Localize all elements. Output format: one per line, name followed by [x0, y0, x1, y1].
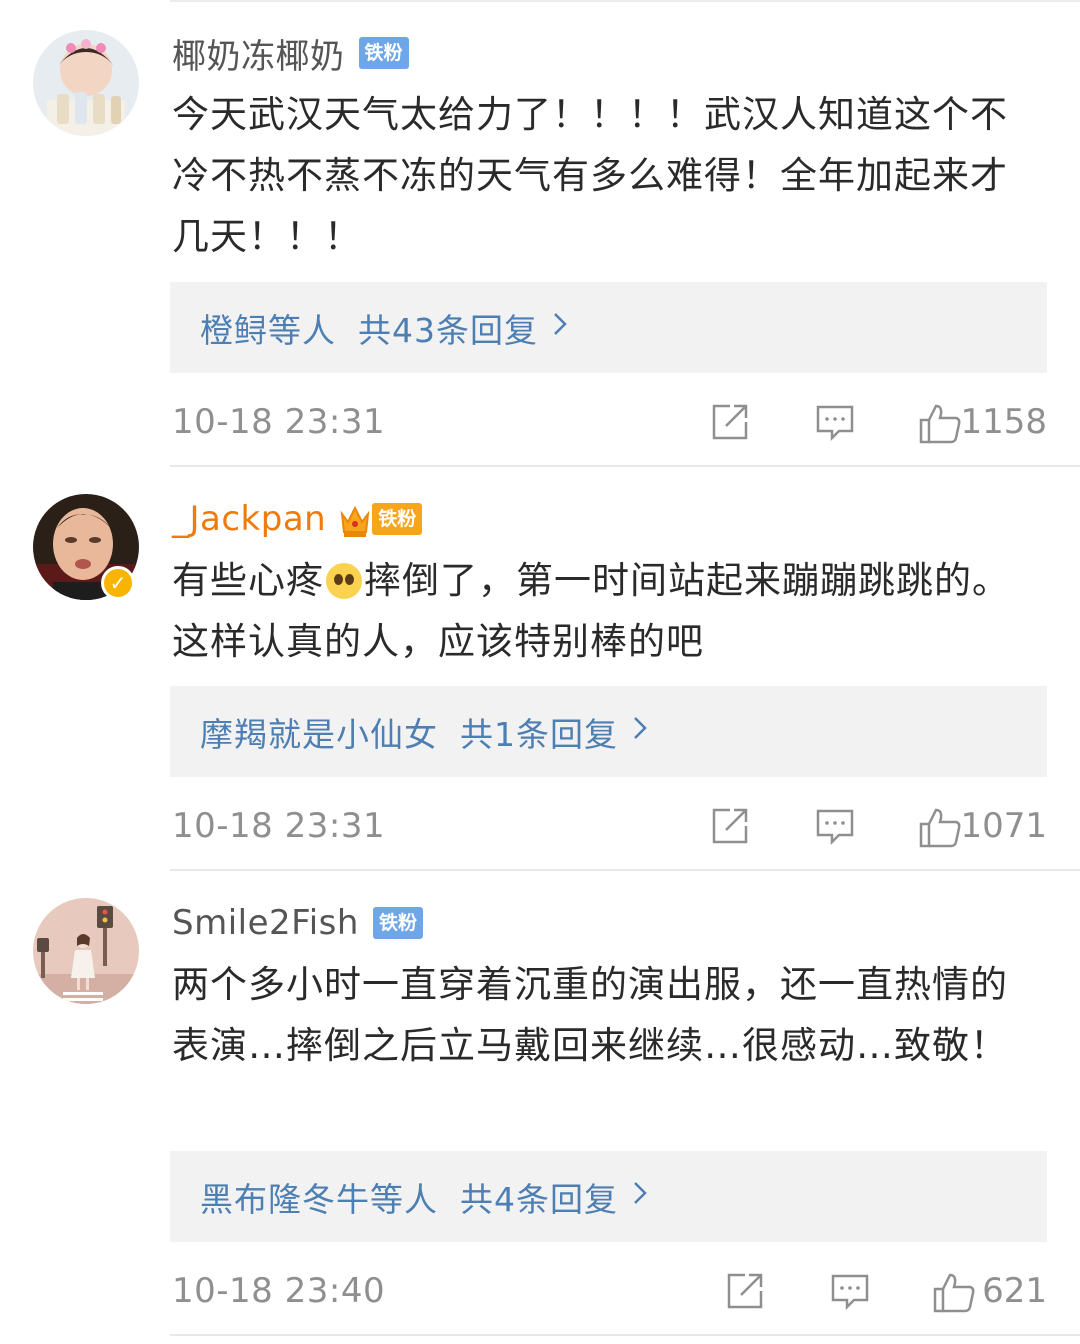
- like-icon[interactable]: [918, 806, 962, 854]
- fan-badge: 铁粉: [358, 37, 409, 69]
- chevron-right-icon: [632, 1179, 648, 1214]
- reply-count: 共1条回复: [460, 714, 618, 754]
- comment-meta: 10-18 23:31 1071: [172, 798, 1047, 858]
- divider: [170, 869, 1080, 871]
- like-icon[interactable]: [932, 1271, 976, 1319]
- comment-text: 两个多小时一直穿着沉重的演出服，还一直热情的表演…摔倒之后立马戴回来继续…很感动…: [172, 963, 1008, 1067]
- fan-badge: 铁粉: [372, 503, 423, 535]
- timestamp: 10-18 23:31: [172, 402, 386, 442]
- like-count: 621: [982, 1271, 1047, 1311]
- replies-link[interactable]: 摩羯就是小仙女 共1条回复: [170, 686, 1047, 777]
- like-icon[interactable]: [918, 402, 962, 450]
- chevron-right-icon: [632, 714, 648, 749]
- chevron-right-icon: [552, 310, 568, 345]
- comment-text: 有些心疼 摔倒了，第一时间站起来蹦蹦跳跳的。这样认真的人，应该特别棒的吧: [172, 550, 1042, 672]
- comment-text: 今天武汉天气太给力了！！！！武汉人知道这个不冷不热不蒸不冻的天气有多么难得！全年…: [172, 93, 1008, 258]
- sad-emoji-icon: [326, 563, 362, 599]
- user-row: _Jackpan 铁粉: [172, 494, 423, 544]
- fan-badge: 铁粉: [372, 907, 423, 939]
- reply-count: 共43条回复: [358, 310, 538, 350]
- comment-meta: 10-18 23:31 1158: [172, 394, 1047, 454]
- comment-text-part: 有些心疼: [172, 559, 324, 602]
- reply-names: 摩羯就是小仙女: [200, 714, 438, 754]
- avatar[interactable]: [33, 30, 139, 136]
- username[interactable]: 椰奶冻椰奶: [172, 29, 345, 78]
- like-count: 1158: [960, 402, 1047, 442]
- username[interactable]: Smile2Fish: [172, 903, 359, 943]
- divider: [170, 1334, 1080, 1336]
- reply-names: 橙鲟等人: [200, 310, 336, 350]
- replies-link[interactable]: 黑布隆冬牛等人 共4条回复: [170, 1151, 1047, 1242]
- username[interactable]: _Jackpan: [172, 499, 326, 539]
- like-count: 1071: [960, 806, 1047, 846]
- verified-icon: ✓: [101, 566, 135, 600]
- share-icon[interactable]: [725, 1271, 765, 1315]
- timestamp: 10-18 23:40: [172, 1271, 386, 1311]
- crown-icon: [340, 502, 370, 537]
- reply-names: 黑布隆冬牛等人: [200, 1179, 438, 1219]
- reply-count: 共4条回复: [460, 1179, 618, 1219]
- avatar[interactable]: [33, 898, 139, 1004]
- user-row: 椰奶冻椰奶 铁粉: [172, 28, 409, 78]
- share-icon[interactable]: [710, 402, 750, 446]
- comment-icon[interactable]: [815, 402, 855, 446]
- divider: [170, 465, 1080, 467]
- share-icon[interactable]: [710, 806, 750, 850]
- timestamp: 10-18 23:31: [172, 806, 386, 846]
- user-row: Smile2Fish 铁粉: [172, 898, 423, 948]
- top-divider: [170, 0, 1080, 2]
- comment-icon[interactable]: [830, 1271, 870, 1315]
- comment-meta: 10-18 23:40 621: [172, 1263, 1047, 1323]
- replies-link[interactable]: 橙鲟等人 共43条回复: [170, 282, 1047, 373]
- comment-icon[interactable]: [815, 806, 855, 850]
